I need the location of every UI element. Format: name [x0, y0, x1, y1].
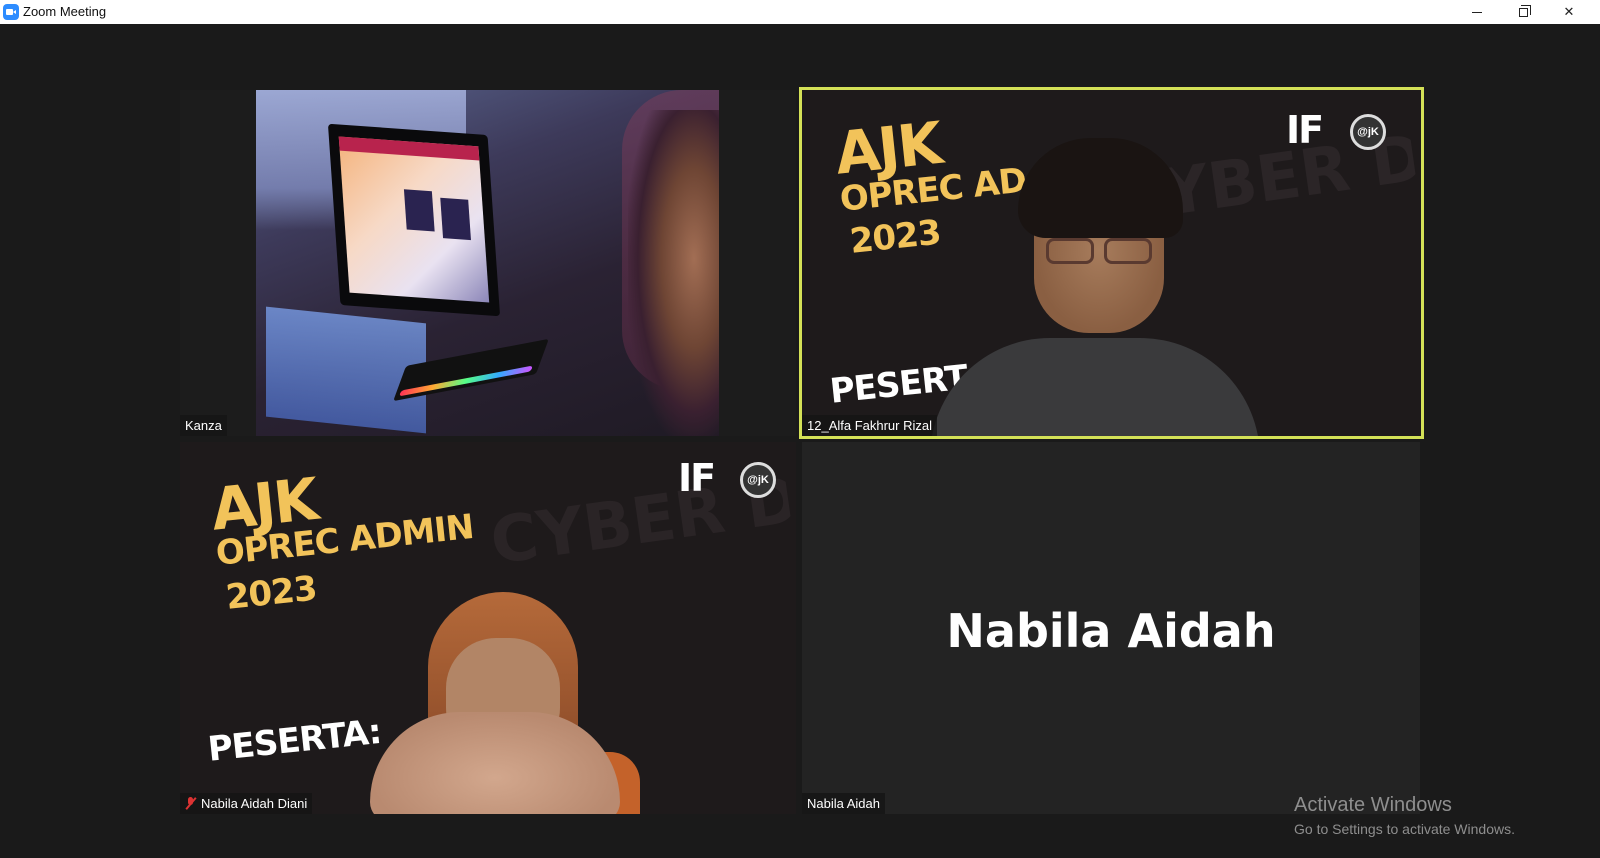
bg-year: 2023: [224, 568, 319, 618]
bg-caption: PESERTA:: [206, 711, 383, 770]
participant-name-tag: Nabila Aidah: [802, 793, 885, 814]
muted-mic-icon: [185, 797, 197, 810]
video-feed: [256, 90, 719, 436]
participant-name: Nabila Aidah: [807, 796, 880, 811]
bg-year: 2023: [848, 212, 943, 262]
participant-video: [360, 592, 640, 814]
ajk-logo-icon: @jK: [740, 462, 776, 498]
zoom-app-icon: [3, 4, 19, 20]
title-bar: Zoom Meeting ✕: [0, 0, 1600, 24]
restore-button[interactable]: [1500, 0, 1546, 24]
close-button[interactable]: ✕: [1546, 0, 1592, 24]
window-title: Zoom Meeting: [23, 4, 107, 19]
activate-windows-watermark: Activate Windows Go to Settings to activ…: [1294, 794, 1515, 837]
participant-name: 12_Alfa Fakhrur Rizal: [807, 418, 932, 433]
participant-name-tag: 12_Alfa Fakhrur Rizal: [802, 415, 937, 436]
participant-name: Nabila Aidah Diani: [201, 796, 308, 811]
video-tile-nabila-aidah-diani[interactable]: CYBER DB DEVOPS NETWORK DEPLOY AJK OPREC…: [180, 442, 796, 814]
if-logo: IF: [1286, 108, 1324, 152]
close-icon: ✕: [1563, 4, 1575, 19]
video-tile-alfa-active-speaker[interactable]: CYBER DB DEVOPS NETWORK DEPLOY AJK OPREC…: [799, 87, 1424, 439]
minimize-button[interactable]: [1454, 0, 1500, 24]
glasses: [1046, 238, 1154, 266]
restore-icon: [1518, 4, 1531, 17]
video-tile-kanza[interactable]: Kanza: [180, 90, 796, 436]
minimize-icon: [1472, 11, 1482, 13]
participant-name-tag: Kanza: [180, 415, 227, 436]
if-logo: IF: [678, 456, 716, 500]
participant-video: [930, 128, 1260, 436]
heart-hands: [370, 712, 620, 814]
ajk-logo-icon: @jK: [1350, 114, 1386, 150]
monitor-in-video: [327, 123, 501, 317]
camera-off-display-name: Nabila Aidah: [946, 604, 1276, 658]
participant-name-tag: Nabila Aidah Diani: [180, 793, 313, 814]
video-tile-nabila-aidah[interactable]: Nabila Aidah Nabila Aidah: [802, 442, 1420, 814]
participant-name: Kanza: [185, 418, 222, 433]
watermark-subtitle: Go to Settings to activate Windows.: [1294, 821, 1515, 837]
watermark-title: Activate Windows: [1294, 794, 1452, 816]
meeting-stage: Kanza CYBER DB DEVOPS NETWORK DEPLOY AJK…: [0, 24, 1600, 858]
